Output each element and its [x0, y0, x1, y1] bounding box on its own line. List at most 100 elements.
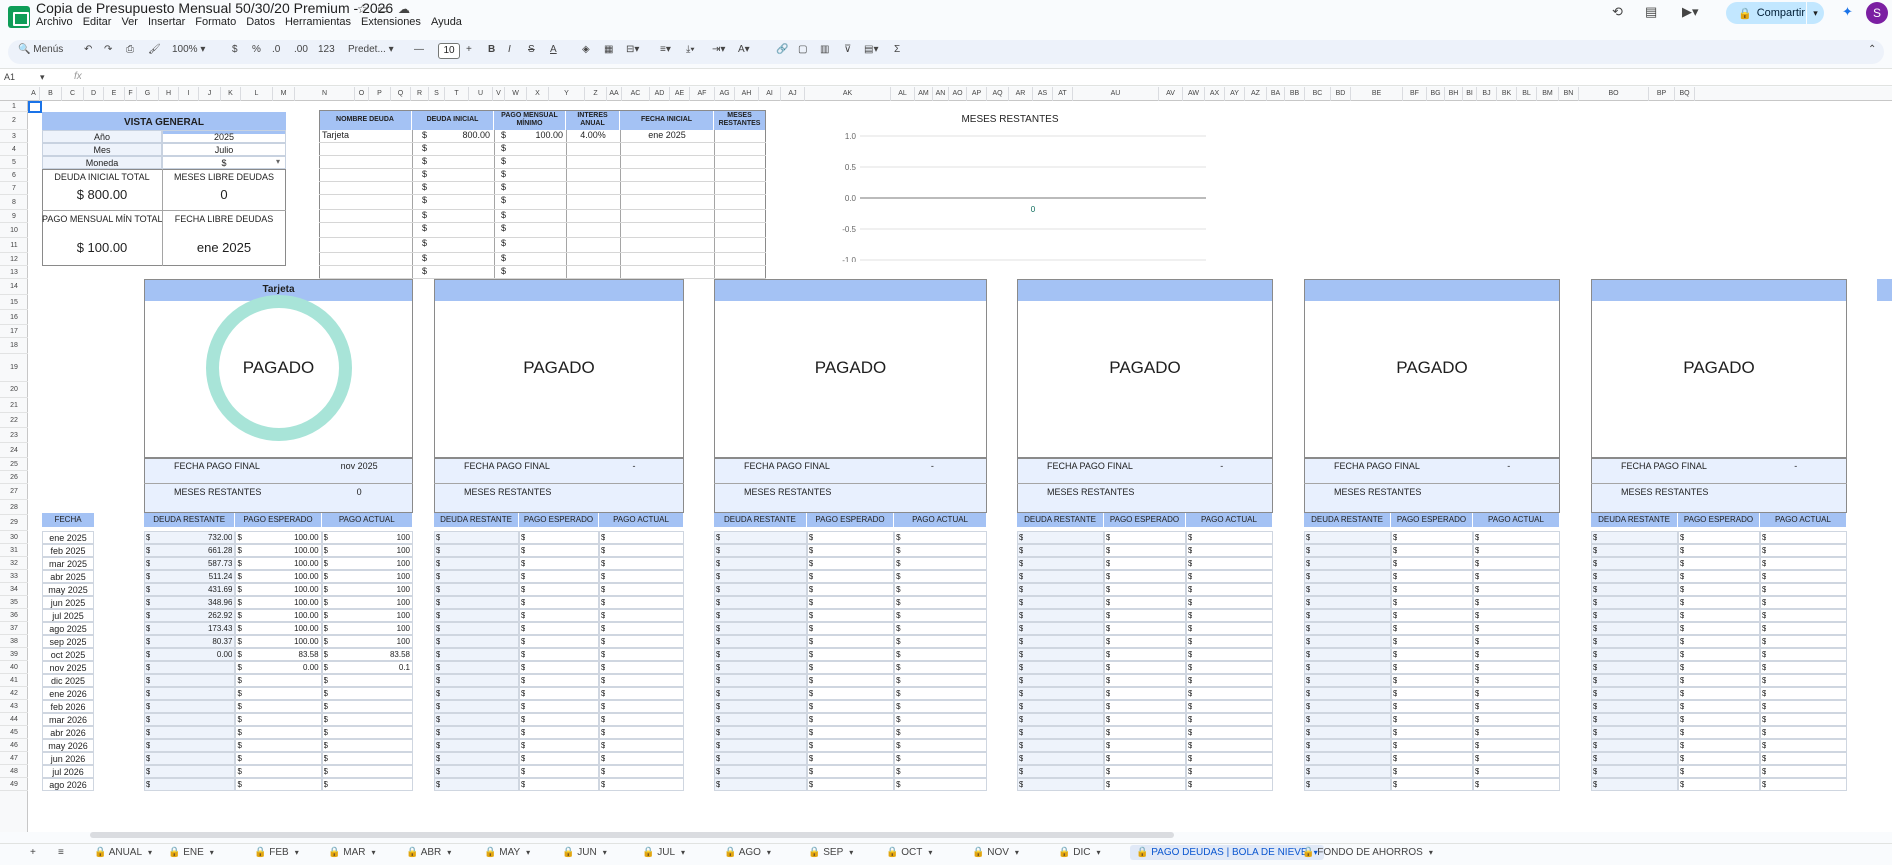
- payment-cell[interactable]: [894, 583, 987, 596]
- payment-cell[interactable]: [1759, 687, 1847, 700]
- print-icon[interactable]: ⎙: [126, 44, 134, 55]
- payment-cell[interactable]: [1391, 661, 1473, 674]
- payment-cell[interactable]: [1759, 570, 1847, 583]
- percent-format-button[interactable]: %: [252, 44, 261, 55]
- payment-cell[interactable]: [1591, 596, 1679, 609]
- payment-cell[interactable]: [1017, 544, 1105, 557]
- payment-cell[interactable]: [519, 557, 599, 570]
- payment-cell[interactable]: [1104, 609, 1186, 622]
- payment-cell[interactable]: [1185, 700, 1273, 713]
- payment-cell[interactable]: [1304, 674, 1392, 687]
- payment-cell[interactable]: [1017, 726, 1105, 739]
- payment-cell[interactable]: [806, 778, 895, 791]
- payment-cell[interactable]: [235, 700, 322, 713]
- payment-cell[interactable]: [1591, 739, 1679, 752]
- payment-cell[interactable]: [714, 687, 807, 700]
- payment-cell[interactable]: [806, 726, 895, 739]
- payment-cell[interactable]: [434, 713, 519, 726]
- payment-cell[interactable]: [806, 674, 895, 687]
- payment-cell[interactable]: [894, 739, 987, 752]
- zoom-select[interactable]: 100% ▾: [172, 44, 205, 55]
- payment-cell[interactable]: [1591, 687, 1679, 700]
- payment-cell[interactable]: [235, 674, 322, 687]
- payment-cell[interactable]: [714, 570, 807, 583]
- payment-cell[interactable]: [806, 544, 895, 557]
- debt-initial[interactable]: 800.00: [430, 130, 490, 140]
- payment-cell[interactable]: [599, 648, 684, 661]
- payment-cell[interactable]: [599, 570, 684, 583]
- payment-cell[interactable]: [1391, 700, 1473, 713]
- payment-cell[interactable]: [1185, 778, 1273, 791]
- payment-cell[interactable]: [806, 752, 895, 765]
- sheet-tab-fondo-de-ahorros[interactable]: 🔒 FONDO DE AHORROS ▾: [1302, 847, 1433, 858]
- payment-cell[interactable]: [599, 713, 684, 726]
- payment-cell[interactable]: [894, 609, 987, 622]
- payment-cell[interactable]: [1391, 635, 1473, 648]
- star-icon[interactable]: ☆: [357, 2, 368, 16]
- italic-icon[interactable]: I: [508, 44, 511, 55]
- payment-cell[interactable]: [1104, 596, 1186, 609]
- redo-icon[interactable]: ↷: [104, 44, 112, 55]
- payment-cell[interactable]: [144, 687, 236, 700]
- payment-cell[interactable]: [1104, 635, 1186, 648]
- payment-cell[interactable]: [1185, 622, 1273, 635]
- payment-cell[interactable]: [1678, 609, 1760, 622]
- payment-cell[interactable]: [1391, 648, 1473, 661]
- payment-cell[interactable]: [599, 635, 684, 648]
- payment-cell[interactable]: [519, 609, 599, 622]
- payment-cell[interactable]: [519, 583, 599, 596]
- payment-cell[interactable]: [1472, 700, 1560, 713]
- payment-cell[interactable]: [806, 648, 895, 661]
- menu-extensiones[interactable]: Extensiones: [361, 16, 421, 28]
- payment-cell[interactable]: [519, 726, 599, 739]
- payment-cell[interactable]: [1104, 661, 1186, 674]
- payment-cell[interactable]: [1591, 726, 1679, 739]
- payment-cell[interactable]: [1391, 531, 1473, 544]
- payment-cell[interactable]: [599, 622, 684, 635]
- payment-cell[interactable]: [1104, 531, 1186, 544]
- payment-cell[interactable]: [321, 765, 413, 778]
- payment-cell[interactable]: [806, 570, 895, 583]
- more-formats-button[interactable]: 123: [318, 44, 335, 55]
- sheet-tab-pago-deudas-bola-de-nieve[interactable]: 🔒 PAGO DEUDAS | BOLA DE NIEVE ▾: [1130, 845, 1324, 860]
- text-wrap-icon[interactable]: ⇥▾: [712, 44, 725, 55]
- sheet-tab-may[interactable]: 🔒 MAY ▾: [484, 847, 530, 858]
- payment-cell[interactable]: [434, 687, 519, 700]
- payment-cell[interactable]: [714, 739, 807, 752]
- payment-cell[interactable]: [1472, 544, 1560, 557]
- payment-cell[interactable]: [714, 661, 807, 674]
- strikethrough-icon[interactable]: S: [528, 44, 535, 55]
- payment-cell[interactable]: [1759, 583, 1847, 596]
- payment-cell[interactable]: [1678, 596, 1760, 609]
- payment-cell[interactable]: [714, 609, 807, 622]
- payment-cell[interactable]: [1472, 778, 1560, 791]
- payment-cell[interactable]: [144, 674, 236, 687]
- payment-cell[interactable]: [1678, 648, 1760, 661]
- payment-cell[interactable]: [806, 622, 895, 635]
- functions-icon[interactable]: Σ: [894, 44, 900, 55]
- payment-cell[interactable]: [1472, 596, 1560, 609]
- menu-formato[interactable]: Formato: [195, 16, 236, 28]
- payment-cell[interactable]: [806, 557, 895, 570]
- payment-cell[interactable]: [714, 765, 807, 778]
- comments-icon[interactable]: ▤: [1645, 4, 1657, 20]
- payment-cell[interactable]: [1304, 661, 1392, 674]
- payment-cell[interactable]: [1185, 739, 1273, 752]
- payment-cell[interactable]: [519, 752, 599, 765]
- payment-cell[interactable]: [1391, 752, 1473, 765]
- payment-cell[interactable]: [1017, 570, 1105, 583]
- payment-cell[interactable]: [1678, 778, 1760, 791]
- payment-cell[interactable]: [519, 648, 599, 661]
- payment-cell[interactable]: [1017, 531, 1105, 544]
- payment-cell[interactable]: [519, 661, 599, 674]
- payment-cell[interactable]: [1759, 609, 1847, 622]
- payment-cell[interactable]: [434, 583, 519, 596]
- menu-archivo[interactable]: Archivo: [36, 16, 73, 28]
- sheet-tab-anual[interactable]: 🔒 ANUAL ▾: [94, 847, 152, 858]
- payment-cell[interactable]: [806, 583, 895, 596]
- payment-cell[interactable]: [1391, 622, 1473, 635]
- payment-cell[interactable]: [806, 739, 895, 752]
- payment-cell[interactable]: [1304, 544, 1392, 557]
- payment-cell[interactable]: [1391, 674, 1473, 687]
- payment-cell[interactable]: [519, 622, 599, 635]
